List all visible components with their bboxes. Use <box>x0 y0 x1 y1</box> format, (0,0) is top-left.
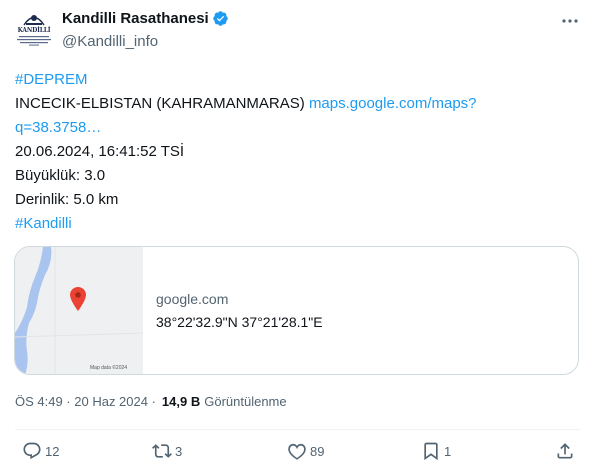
divider <box>15 429 580 430</box>
avatar-logo-text: KANDİLLİ <box>17 27 51 34</box>
more-icon[interactable] <box>560 11 580 31</box>
map-credit: Map data ©2024 <box>90 365 128 371</box>
retweet-count: 3 <box>175 443 183 459</box>
reply-button[interactable]: 12 <box>22 440 59 462</box>
like-icon <box>288 443 306 460</box>
retweet-button[interactable]: 3 <box>152 440 182 462</box>
map-link-continued[interactable]: q=38.3758… <box>15 119 101 136</box>
logo-subtext-lines <box>17 36 51 46</box>
map-pin-icon <box>70 287 86 311</box>
card-title: 38°22'32.9"N 37°21'28.1"E <box>156 314 323 330</box>
like-count: 89 <box>310 443 325 459</box>
avatar[interactable]: KANDİLLİ <box>14 12 54 52</box>
tweet-timestamp[interactable]: ÖS 4:49 · 20 Haz 2024 · <box>15 394 156 409</box>
logo-seal-icon <box>23 15 45 26</box>
map-thumbnail: Map data ©2024 <box>15 247 143 374</box>
magnitude-text: Büyüklük: 3.0 <box>15 167 106 184</box>
location-text: INCECIK-ELBISTAN (KAHRAMANMARAS) <box>15 95 309 112</box>
verified-badge-icon[interactable] <box>212 10 229 27</box>
bookmark-button[interactable]: 1 <box>421 440 451 462</box>
share-icon <box>557 443 573 459</box>
datetime-text: 20.06.2024, 16:41:52 TSİ <box>15 143 185 160</box>
bookmark-count: 1 <box>444 443 452 459</box>
link-card[interactable]: Map data ©2024 google.com 38°22'32.9"N 3… <box>14 246 579 375</box>
tweet-text: #DEPREM INCECIK-ELBISTAN (KAHRAMANMARAS)… <box>15 68 555 236</box>
retweet-icon <box>152 444 172 458</box>
views-label: Görüntülenme <box>204 394 287 409</box>
tweet-meta: ÖS 4:49 · 20 Haz 2024 · 14,9 B Görüntüle… <box>15 394 287 409</box>
author-handle[interactable]: @Kandilli_info <box>62 33 158 50</box>
views-count: 14,9 B <box>161 394 201 409</box>
map-graphic <box>15 247 143 374</box>
author-display-name[interactable]: Kandilli Rasathanesi <box>62 10 209 27</box>
like-button[interactable]: 89 <box>287 440 324 462</box>
author-name-row: Kandilli Rasathanesi <box>62 10 229 27</box>
reply-count: 12 <box>45 443 60 459</box>
card-domain: google.com <box>156 291 229 307</box>
bookmark-icon <box>424 442 438 461</box>
map-link[interactable]: maps.google.com/maps? <box>309 95 477 112</box>
reply-icon <box>23 442 41 460</box>
hashtag-kandilli[interactable]: #Kandilli <box>15 215 72 232</box>
share-button[interactable] <box>555 440 575 462</box>
depth-text: Derinlik: 5.0 km <box>15 191 119 208</box>
hashtag-deprem[interactable]: #DEPREM <box>15 71 88 88</box>
